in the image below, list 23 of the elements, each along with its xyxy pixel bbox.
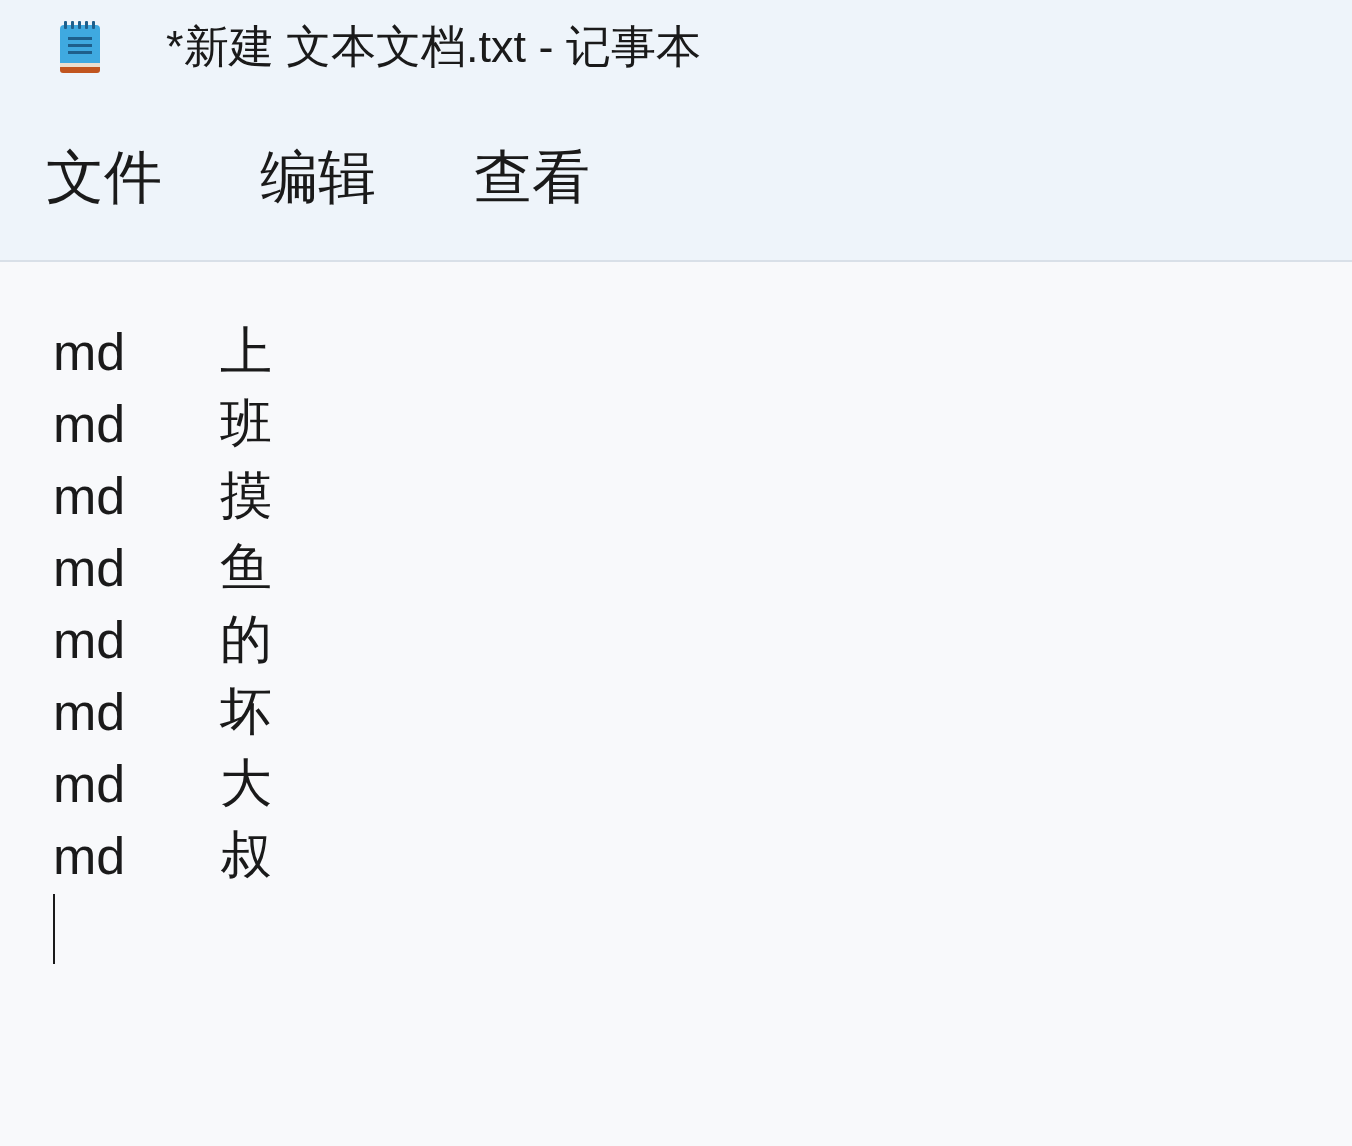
- menu-item[interactable]: 文件: [46, 138, 162, 217]
- window-title: *新建 文本文档.txt - 记事本: [166, 19, 701, 74]
- text-line: 鱼: [220, 537, 272, 598]
- text-line: 叔: [220, 825, 272, 886]
- text-area[interactable]: md 上 md 班 md 摸 md 鱼 md 的 md 坏 md 大 md 叔: [0, 262, 1352, 1146]
- menu-item[interactable]: 编辑: [260, 138, 376, 217]
- text-line: 的: [220, 609, 272, 670]
- text-line: md: [53, 322, 127, 382]
- text-line: md: [53, 610, 127, 670]
- text-line: md: [53, 466, 127, 526]
- text-line: 大: [220, 753, 272, 814]
- text-line: 班: [220, 393, 272, 454]
- menu-item[interactable]: 查看: [474, 138, 590, 217]
- text-line: 上: [220, 321, 272, 382]
- text-line: md: [53, 394, 127, 454]
- text-line: md: [53, 682, 127, 742]
- text-line: 摸: [220, 465, 272, 526]
- text-line: md: [53, 538, 127, 598]
- text-cursor: [53, 894, 55, 964]
- text-line: 坏: [220, 681, 272, 742]
- text-line: md: [53, 754, 127, 814]
- notepad-icon: [58, 18, 102, 75]
- text-line: md: [53, 826, 127, 886]
